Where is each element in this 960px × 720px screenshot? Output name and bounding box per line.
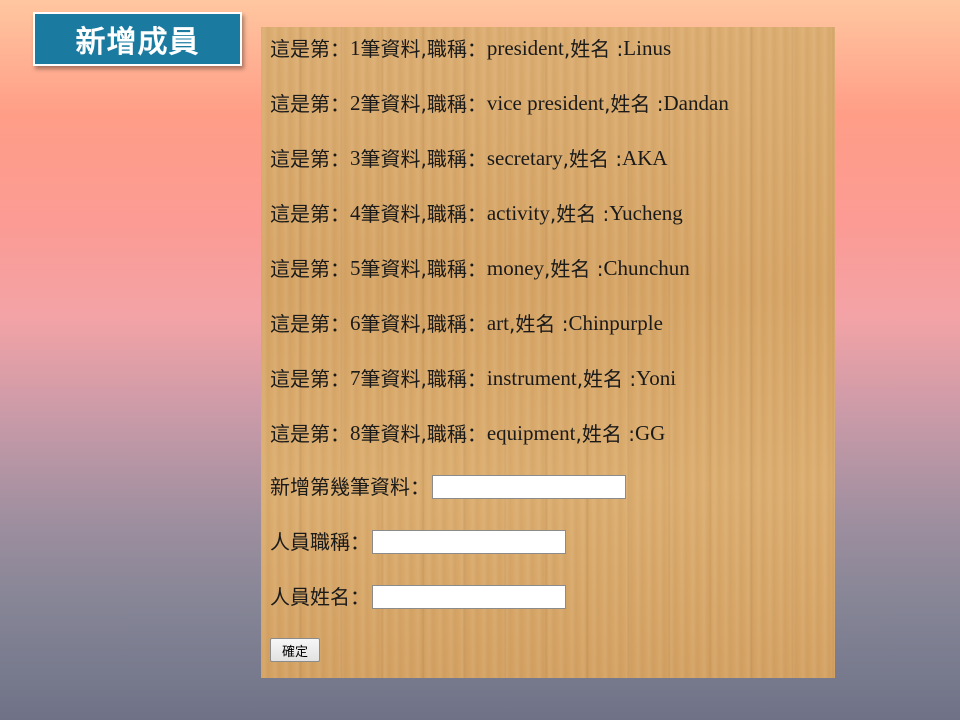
role-label: 人員職稱： — [270, 530, 370, 554]
record-prefix: 這是第： — [270, 366, 350, 391]
record-index: 1 — [350, 36, 361, 60]
record-index: 7 — [350, 366, 361, 390]
record-name: GG — [634, 421, 666, 445]
record-row: 這是第： 8 筆資料,職稱： equipment ,姓名 : GG — [270, 423, 665, 444]
record-title-label: 筆資料,職稱： — [360, 36, 487, 61]
record-row: 這是第： 5 筆資料,職稱： money ,姓名 : Chunchun — [270, 258, 690, 279]
record-name: Chunchun — [603, 256, 690, 280]
name-row: 人員姓名： — [270, 585, 566, 609]
record-title: art — [486, 311, 510, 335]
record-name-label: ,姓名 : — [549, 201, 610, 226]
name-label: 人員姓名： — [270, 585, 370, 609]
record-prefix: 這是第： — [270, 201, 350, 226]
record-title-label: 筆資料,職稱： — [360, 91, 487, 116]
record-name: Chinpurple — [568, 311, 663, 335]
record-index: 6 — [350, 311, 361, 335]
record-title-label: 筆資料,職稱： — [360, 366, 487, 391]
record-row: 這是第： 1 筆資料,職稱： president ,姓名 : Linus — [270, 38, 671, 59]
position-label: 新增第幾筆資料： — [270, 475, 430, 499]
record-title-label: 筆資料,職稱： — [360, 256, 487, 281]
record-name: Dandan — [663, 91, 729, 115]
record-name-label: ,姓名 : — [562, 146, 623, 171]
record-prefix: 這是第： — [270, 421, 350, 446]
record-prefix: 這是第： — [270, 311, 350, 336]
member-panel: 這是第： 1 筆資料,職稱： president ,姓名 : Linus 這是第： 2 筆資… — [261, 27, 835, 678]
record-title: secretary — [486, 146, 563, 170]
record-name: AKA — [622, 146, 668, 170]
record-name-label: ,姓名 : — [509, 311, 569, 336]
record-row: 這是第： 3 筆資料,職稱： secretary ,姓名 : AKA — [270, 148, 668, 169]
record-title-label: 筆資料,職稱： — [360, 421, 487, 446]
record-row: 這是第： 7 筆資料,職稱： instrument ,姓名 : Yoni — [270, 368, 676, 389]
record-prefix: 這是第： — [270, 91, 350, 116]
record-row: 這是第： 2 筆資料,職稱： vice president ,姓名 : Dandan — [270, 93, 729, 114]
slide-title-box: 新增成員 — [33, 12, 242, 66]
record-name-label: ,姓名 : — [604, 91, 664, 116]
record-name-label: ,姓名 : — [544, 256, 604, 281]
record-title: instrument — [486, 366, 577, 390]
record-index: 2 — [350, 91, 361, 115]
name-input[interactable] — [372, 585, 566, 609]
record-index: 3 — [350, 146, 361, 170]
record-name-label: ,姓名 : — [563, 36, 624, 61]
position-input[interactable] — [432, 475, 626, 499]
record-name-label: ,姓名 : — [576, 366, 637, 391]
record-index: 8 — [350, 421, 361, 445]
role-row: 人員職稱： — [270, 530, 566, 554]
record-title: money — [486, 256, 545, 280]
slide-title: 新增成員 — [75, 25, 200, 60]
record-index: 4 — [350, 201, 361, 225]
record-row: 這是第： 4 筆資料,職稱： activity ,姓名 : Yucheng — [270, 203, 683, 224]
confirm-button[interactable]: 確定 — [270, 638, 320, 662]
record-name-label: ,姓名 : — [575, 421, 635, 446]
role-input[interactable] — [372, 530, 566, 554]
record-prefix: 這是第： — [270, 256, 350, 281]
record-name: Yucheng — [609, 201, 683, 225]
record-title-label: 筆資料,職稱： — [360, 146, 487, 171]
record-name: Linus — [623, 36, 672, 60]
position-row: 新增第幾筆資料： — [270, 475, 626, 499]
record-index: 5 — [350, 256, 361, 280]
record-title: equipment — [486, 421, 576, 445]
record-row: 這是第： 6 筆資料,職稱： art ,姓名 : Chinpurple — [270, 313, 663, 334]
record-title: activity — [486, 201, 550, 225]
record-name: Yoni — [636, 366, 677, 390]
record-title-label: 筆資料,職稱： — [360, 201, 487, 226]
record-title: vice president — [486, 91, 605, 115]
record-prefix: 這是第： — [270, 36, 350, 61]
record-prefix: 這是第： — [270, 146, 350, 171]
record-title-label: 筆資料,職稱： — [360, 311, 487, 336]
record-title: president — [486, 36, 564, 60]
